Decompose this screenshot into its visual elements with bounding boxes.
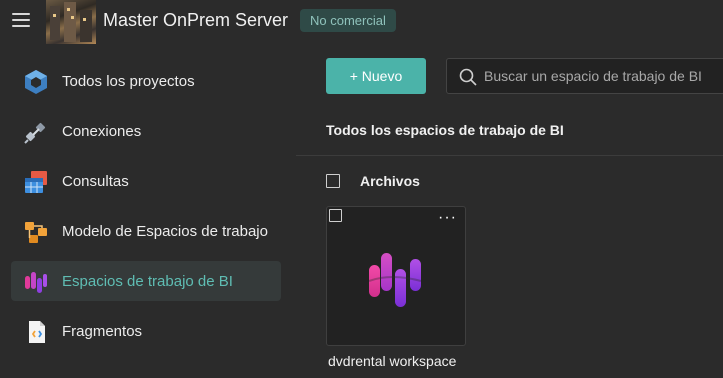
sidebar-item-projects[interactable]: Todos los proyectos bbox=[11, 61, 281, 101]
fragments-icon bbox=[29, 321, 45, 343]
workspace-model-icon bbox=[25, 222, 47, 243]
server-avatar bbox=[46, 0, 96, 44]
divider bbox=[296, 155, 723, 156]
sidebar-item-label: Conexiones bbox=[62, 123, 142, 140]
top-bar: Master OnPrem Server No comercial bbox=[0, 0, 723, 44]
search-input[interactable] bbox=[484, 59, 723, 93]
search-box[interactable] bbox=[446, 58, 723, 94]
sidebar-item-label: Todos los proyectos bbox=[62, 73, 195, 90]
license-badge: No comercial bbox=[300, 9, 396, 32]
bi-workspace-icon bbox=[25, 272, 47, 293]
bi-workspace-logo-icon bbox=[368, 253, 422, 307]
search-icon bbox=[459, 68, 477, 86]
sidebar-item-label: Consultas bbox=[62, 173, 129, 190]
group-label: Archivos bbox=[360, 173, 420, 189]
sidebar-item-label: Modelo de Espacios de trabajo bbox=[62, 223, 268, 240]
server-name: Master OnPrem Server bbox=[103, 10, 289, 30]
select-all-checkbox[interactable] bbox=[326, 174, 340, 188]
sidebar-item-queries[interactable]: Consultas bbox=[11, 161, 281, 201]
more-options-icon[interactable]: ··· bbox=[438, 210, 457, 226]
projects-cube-icon bbox=[25, 70, 47, 94]
sidebar-item-fragments[interactable]: Fragmentos bbox=[11, 311, 281, 351]
sidebar-item-connections[interactable]: Conexiones bbox=[11, 111, 281, 151]
new-workspace-button[interactable]: + Nuevo bbox=[326, 58, 426, 94]
workspace-card[interactable]: ··· bbox=[326, 206, 466, 346]
section-title: Todos los espacios de trabajo de BI bbox=[326, 122, 564, 138]
card-checkbox[interactable] bbox=[329, 209, 342, 222]
sidebar-item-label: Fragmentos bbox=[62, 323, 143, 340]
plug-connection-icon bbox=[24, 122, 46, 144]
query-table-icon bbox=[25, 171, 47, 193]
menu-icon[interactable] bbox=[12, 13, 30, 27]
sidebar-item-label: Espacios de trabajo de BI bbox=[62, 273, 233, 290]
sidebar-item-bi-workspaces[interactable]: Espacios de trabajo de BI bbox=[11, 261, 281, 301]
sidebar-item-workspace-model[interactable]: Modelo de Espacios de trabajo bbox=[11, 211, 281, 251]
main-content: + Nuevo Todos los espacios de trabajo de… bbox=[296, 44, 723, 378]
workspace-card-title[interactable]: dvdrental workspace bbox=[328, 353, 456, 369]
